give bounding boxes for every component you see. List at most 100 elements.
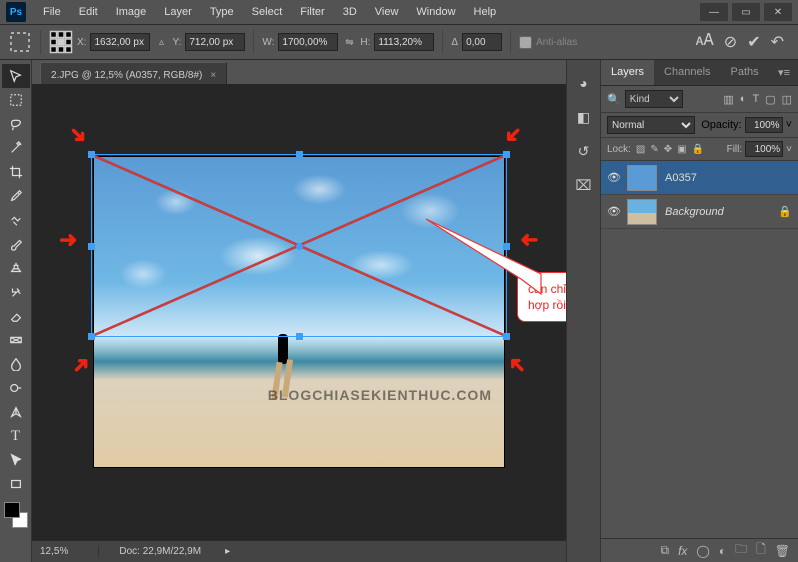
triangle-icon[interactable]: ▵ <box>154 35 168 49</box>
panel-menu-icon[interactable]: ▾≡ <box>770 60 798 85</box>
layer-thumbnail[interactable] <box>627 165 657 191</box>
visibility-toggle-icon[interactable]: 👁 <box>607 205 619 218</box>
layer-filter-kind[interactable]: Kind <box>625 90 683 108</box>
layer-mask-icon[interactable]: ◯ <box>696 544 709 558</box>
close-tab-icon[interactable]: × <box>210 70 216 81</box>
doc-size-readout[interactable]: Doc: 22,9M/22,9M <box>119 546 201 557</box>
fill-dropdown-icon[interactable]: ˅ <box>786 144 792 155</box>
brush-tool[interactable] <box>2 232 30 256</box>
layer-row[interactable]: 👁 A0357 <box>601 161 798 195</box>
new-layer-icon[interactable]: 🗋 <box>756 540 766 561</box>
path-selection-tool[interactable] <box>2 448 30 472</box>
transform-handle-bl[interactable] <box>88 333 95 340</box>
visibility-toggle-icon[interactable]: 👁 <box>607 171 619 184</box>
link-wh-icon[interactable]: ⇋ <box>342 35 356 49</box>
layer-name[interactable]: A0357 <box>665 172 792 184</box>
transform-handle-bm[interactable] <box>296 333 303 340</box>
transform-handle-ml[interactable] <box>88 243 95 250</box>
lock-artboard-icon[interactable]: ▣ <box>677 144 686 155</box>
commit-transform-icon[interactable]: ✔ <box>747 32 760 52</box>
menu-filter[interactable]: Filter <box>291 2 333 22</box>
canvas[interactable]: BLOGCHIASEKIENTHUC.COM <box>94 157 504 467</box>
x-field[interactable] <box>90 33 150 51</box>
rectangle-tool[interactable] <box>2 472 30 496</box>
filter-shape-icon[interactable]: ▢ <box>765 93 775 106</box>
zoom-readout[interactable]: 12,5% <box>40 546 99 557</box>
window-restore-button[interactable]: ▭ <box>732 3 760 21</box>
styles-panel-icon[interactable]: ◧ <box>573 106 595 128</box>
transform-center-icon[interactable] <box>296 243 303 250</box>
menu-select[interactable]: Select <box>243 2 292 22</box>
tab-channels[interactable]: Channels <box>654 60 720 85</box>
canvas-area[interactable]: BLOGCHIASEKIENTHUC.COM <box>32 84 566 540</box>
dodge-tool[interactable] <box>2 376 30 400</box>
tab-paths[interactable]: Paths <box>721 60 769 85</box>
magic-wand-tool[interactable] <box>2 136 30 160</box>
w-field[interactable] <box>278 33 338 51</box>
gradient-tool[interactable] <box>2 328 30 352</box>
lasso-tool[interactable] <box>2 112 30 136</box>
filter-smart-icon[interactable]: ◫ <box>782 93 792 106</box>
blend-mode-select[interactable]: Normal <box>607 116 695 134</box>
move-tool[interactable] <box>2 64 30 88</box>
opacity-field[interactable] <box>745 117 783 133</box>
transform-handle-tr[interactable] <box>503 151 510 158</box>
reset-transform-icon[interactable]: ↶ <box>771 32 784 52</box>
adjustments-panel-icon[interactable]: ◕ <box>573 72 595 94</box>
transform-handle-tl[interactable] <box>88 151 95 158</box>
menu-layer[interactable]: Layer <box>155 2 201 22</box>
delete-layer-icon[interactable]: 🗑 <box>775 544 790 558</box>
layer-fx-icon[interactable]: fx <box>678 544 687 558</box>
type-tool[interactable]: T <box>2 424 30 448</box>
transform-tool-icon[interactable] <box>8 30 32 54</box>
y-field[interactable] <box>185 33 245 51</box>
layer-name[interactable]: Background <box>665 206 770 218</box>
eraser-tool[interactable] <box>2 304 30 328</box>
menu-edit[interactable]: Edit <box>70 2 107 22</box>
cancel-transform-icon[interactable]: ⊘ <box>724 32 737 52</box>
color-swatches[interactable] <box>4 502 28 528</box>
adjustment-layer-icon[interactable]: ◐ <box>719 544 726 558</box>
crop-tool[interactable] <box>2 160 30 184</box>
reference-point-icon[interactable] <box>49 30 73 54</box>
antialias-checkbox[interactable]: Anti-alias <box>519 36 577 49</box>
history-brush-tool[interactable] <box>2 280 30 304</box>
angle-field[interactable] <box>462 33 502 51</box>
transform-handle-tm[interactable] <box>296 151 303 158</box>
warp-mode-icon[interactable]: 🗚 <box>696 32 714 52</box>
menu-3d[interactable]: 3D <box>334 2 366 22</box>
menu-window[interactable]: Window <box>407 2 464 22</box>
window-minimize-button[interactable]: — <box>700 3 728 21</box>
layer-thumbnail[interactable] <box>627 199 657 225</box>
marquee-tool[interactable] <box>2 88 30 112</box>
lock-position-icon[interactable]: ✥ <box>664 144 672 155</box>
group-layers-icon[interactable]: 🗀 <box>735 540 747 561</box>
blur-tool[interactable] <box>2 352 30 376</box>
eyedropper-tool[interactable] <box>2 184 30 208</box>
properties-panel-icon[interactable]: ⌧ <box>573 174 595 196</box>
document-tab[interactable]: 2.JPG @ 12,5% (A0357, RGB/8#) × <box>40 62 227 84</box>
pen-tool[interactable] <box>2 400 30 424</box>
filter-adjust-icon[interactable]: ◐ <box>740 93 747 106</box>
history-panel-icon[interactable]: ↺ <box>573 140 595 162</box>
menu-type[interactable]: Type <box>201 2 243 22</box>
status-menu-icon[interactable]: ▸ <box>225 546 230 557</box>
link-layers-icon[interactable]: ⧉ <box>660 543 669 558</box>
opacity-dropdown-icon[interactable]: ˅ <box>786 119 792 131</box>
window-close-button[interactable]: ✕ <box>764 3 792 21</box>
lock-all-icon[interactable]: 🔒 <box>692 144 704 155</box>
menu-view[interactable]: View <box>366 2 408 22</box>
lock-transparency-icon[interactable]: ▨ <box>636 144 645 155</box>
lock-pixels-icon[interactable]: ✎ <box>650 144 658 155</box>
filter-pixel-icon[interactable]: ▥ <box>723 93 733 106</box>
menu-file[interactable]: File <box>34 2 70 22</box>
fill-field[interactable] <box>745 141 783 157</box>
h-field[interactable] <box>374 33 434 51</box>
transform-handle-br[interactable] <box>503 333 510 340</box>
tab-layers[interactable]: Layers <box>601 60 654 85</box>
layer-row[interactable]: 👁 Background 🔒 <box>601 195 798 229</box>
filter-type-icon[interactable]: T <box>752 93 759 106</box>
healing-brush-tool[interactable] <box>2 208 30 232</box>
menu-help[interactable]: Help <box>465 2 506 22</box>
menu-image[interactable]: Image <box>107 2 156 22</box>
